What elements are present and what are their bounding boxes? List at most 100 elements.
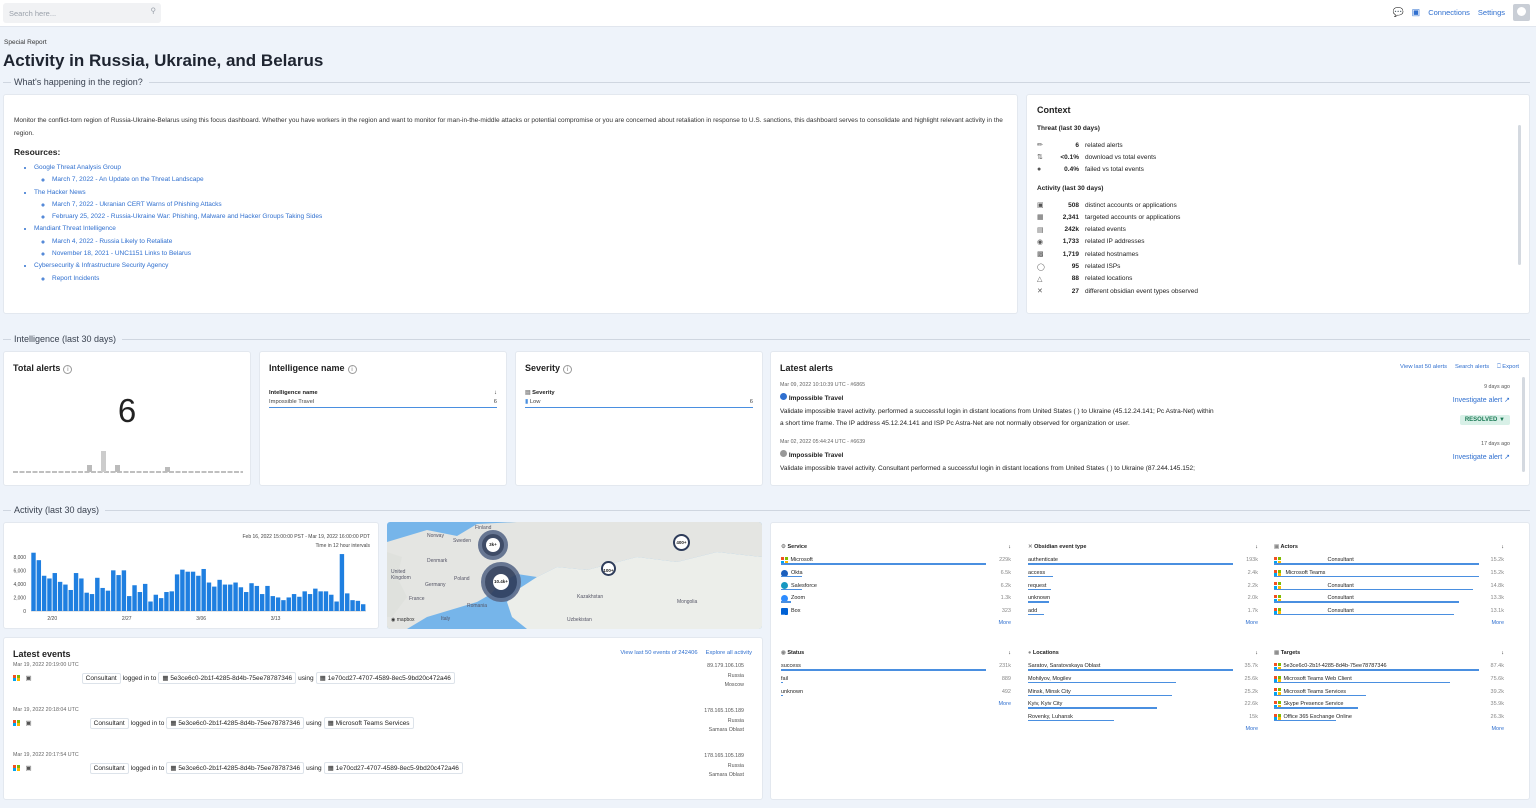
- app-tag[interactable]: ▦ 1e70cd27-4707-4589-8ec5-9bd20c472a46: [315, 672, 455, 684]
- alert-item[interactable]: Mar 09, 2022 10:10:39 UTC - #6865 Imposs…: [780, 382, 1510, 429]
- status-badge[interactable]: RESOLVED ▼: [1459, 415, 1510, 425]
- info-icon[interactable]: i: [347, 365, 357, 374]
- settings-link[interactable]: Settings: [1478, 8, 1505, 17]
- stats-row[interactable]: Microsoft Teams Web Client 75.6k: [1274, 673, 1504, 686]
- chart-bar[interactable]: [196, 575, 201, 611]
- activity-bar-chart[interactable]: 8,000 6,000 4,000 2,000 0 2/20 2/27 3/06 3/13: [4, 523, 380, 630]
- stats-row[interactable]: add 1.7k: [1028, 605, 1258, 618]
- chart-bar[interactable]: [355, 600, 361, 611]
- stats-row[interactable]: Kyiv, Kyiv City 22.6k: [1028, 698, 1258, 711]
- chart-bar[interactable]: [254, 585, 260, 611]
- view-events-link[interactable]: View last 50 events of 242406: [620, 650, 697, 656]
- event-row[interactable]: Mar 19, 2022 20:17:54 UTC ▣ Consultant logg…: [13, 752, 744, 778]
- more-link[interactable]: More: [781, 620, 1011, 626]
- chat-icon[interactable]: 💬: [1392, 7, 1403, 18]
- resource-sublink[interactable]: March 7, 2022 - An Update on the Threat …: [52, 174, 1007, 186]
- explore-activity-link[interactable]: Explore all activity: [706, 650, 752, 656]
- chart-bar[interactable]: [318, 591, 323, 611]
- stats-row[interactable]: Office 365 Exchange Online 26.3k: [1274, 711, 1504, 724]
- gift-icon[interactable]: ▣: [1412, 7, 1421, 18]
- chart-bar[interactable]: [100, 587, 105, 611]
- target-tag[interactable]: ▦ 5e3ce6c0-2b1f-4285-8d4b-75ee78787346: [166, 762, 305, 774]
- chart-bar[interactable]: [47, 578, 52, 611]
- target-tag[interactable]: ▦ 5e3ce6c0-2b1f-4285-8d4b-75ee78787346: [166, 717, 305, 729]
- view-alerts-link[interactable]: View last 50 alerts: [1400, 364, 1447, 371]
- chart-bar[interactable]: [334, 601, 339, 611]
- chart-bar[interactable]: [360, 604, 366, 611]
- more-link[interactable]: More: [1028, 726, 1258, 732]
- chart-bar[interactable]: [350, 600, 355, 611]
- search-alerts-link[interactable]: Search alerts: [1455, 364, 1489, 371]
- chart-bar[interactable]: [169, 591, 174, 611]
- chart-bar[interactable]: [158, 598, 164, 611]
- resource-sublink[interactable]: November 18, 2021 - UNC1151 Links to Bel…: [52, 248, 1007, 260]
- severity-row-label[interactable]: Low: [530, 399, 541, 405]
- chart-bar[interactable]: [174, 574, 180, 611]
- chart-bar[interactable]: [79, 578, 84, 611]
- map-bubble[interactable]: 400+: [673, 534, 690, 551]
- alert-item[interactable]: Mar 02, 2022 05:44:24 UTC - #6639 Imposs…: [780, 439, 1510, 475]
- chart-bar[interactable]: [127, 596, 132, 611]
- chart-bar[interactable]: [313, 588, 318, 611]
- stats-row[interactable]: success 231k: [781, 660, 1011, 673]
- stats-row[interactable]: Minsk, Minsk City 25.2k: [1028, 685, 1258, 698]
- stats-row[interactable]: 5e3ce6c0-2b1f-4285-8d4b-75ee78787346 87.4…: [1274, 660, 1504, 673]
- stats-row[interactable]: Rovenky, Luhansk 15k: [1028, 711, 1258, 724]
- resource-sublink[interactable]: March 4, 2022 - Russia Likely to Retalia…: [52, 236, 1007, 248]
- info-icon[interactable]: i: [63, 365, 73, 374]
- sort-icon[interactable]: ↓: [1255, 650, 1258, 660]
- stats-row[interactable]: Microsoft Teams 15.2k: [1274, 567, 1504, 580]
- stats-row[interactable]: Consultant 15.2k: [1274, 554, 1504, 567]
- event-row[interactable]: Mar 19, 2022 20:19:00 UTC ▣ Consultant logg…: [13, 662, 744, 688]
- stats-row[interactable]: Okta 6.5k: [781, 567, 1011, 580]
- more-link[interactable]: More: [781, 701, 1011, 707]
- chart-bar[interactable]: [270, 596, 276, 611]
- stats-row[interactable]: unknown 492: [781, 685, 1011, 698]
- resource-link[interactable]: The Hacker NewsMarch 7, 2022 - Ukranian …: [34, 187, 1007, 224]
- stats-row[interactable]: Skype Presence Service 35.9k: [1274, 698, 1504, 711]
- stats-row[interactable]: Salesforce 6.2k: [781, 579, 1011, 592]
- chart-bar[interactable]: [105, 590, 111, 611]
- chart-bar[interactable]: [95, 577, 100, 611]
- activity-map[interactable]: Norway Finland Sweden Denmark United Kin…: [387, 522, 762, 629]
- map-bubble[interactable]: 100+: [601, 561, 616, 576]
- chart-bar[interactable]: [238, 587, 244, 611]
- app-tag[interactable]: ▦ 1e70cd27-4707-4589-8ec5-9bd20c472a46: [323, 762, 463, 774]
- investigate-alert-link[interactable]: Investigate alert ↗: [1453, 396, 1510, 404]
- stats-row[interactable]: Box 323: [781, 605, 1011, 618]
- resource-sublink[interactable]: March 7, 2022 - Ukranian CERT Warns of P…: [52, 199, 1007, 211]
- actor-tag[interactable]: Consultant: [89, 762, 129, 774]
- chart-bar[interactable]: [323, 591, 329, 611]
- more-link[interactable]: More: [1274, 620, 1504, 626]
- stats-row[interactable]: Consultant 13.1k: [1274, 605, 1504, 618]
- chart-bar[interactable]: [281, 600, 286, 611]
- chart-bar[interactable]: [116, 575, 121, 611]
- chart-bar[interactable]: [297, 596, 302, 611]
- search-input[interactable]: Search here... ⚲: [3, 3, 161, 23]
- chart-bar[interactable]: [345, 593, 350, 611]
- chart-bar[interactable]: [73, 573, 79, 611]
- stats-row[interactable]: unknown 2.0k: [1028, 592, 1258, 605]
- actor-tag[interactable]: Consultant: [89, 717, 129, 729]
- chart-bar[interactable]: [36, 560, 42, 611]
- chart-bar[interactable]: [132, 585, 137, 611]
- stats-row[interactable]: Consultant 13.3k: [1274, 592, 1504, 605]
- avatar[interactable]: [1513, 4, 1530, 21]
- resource-link[interactable]: Google Threat Analysis GroupMarch 7, 202…: [34, 162, 1007, 187]
- chart-bar[interactable]: [57, 581, 63, 611]
- chart-bar[interactable]: [233, 582, 238, 611]
- chart-bar[interactable]: [68, 589, 73, 611]
- sort-icon[interactable]: ↓: [1255, 544, 1258, 554]
- chart-bar[interactable]: [180, 569, 185, 611]
- sort-icon[interactable]: ↓: [1501, 544, 1504, 554]
- export-link[interactable]: ⎕ Export: [1497, 364, 1519, 371]
- chart-bar[interactable]: [201, 568, 206, 611]
- investigate-alert-link[interactable]: Investigate alert ↗: [1453, 453, 1510, 461]
- resource-sublink[interactable]: Report Incidents: [52, 273, 1007, 285]
- stats-row[interactable]: Microsoft 229k: [781, 554, 1011, 567]
- chart-bar[interactable]: [275, 597, 281, 611]
- intel-row-label[interactable]: Impossible Travel: [269, 399, 314, 405]
- chart-bar[interactable]: [89, 594, 95, 611]
- sort-icon[interactable]: ↓: [1008, 544, 1011, 554]
- chart-bar[interactable]: [148, 601, 153, 611]
